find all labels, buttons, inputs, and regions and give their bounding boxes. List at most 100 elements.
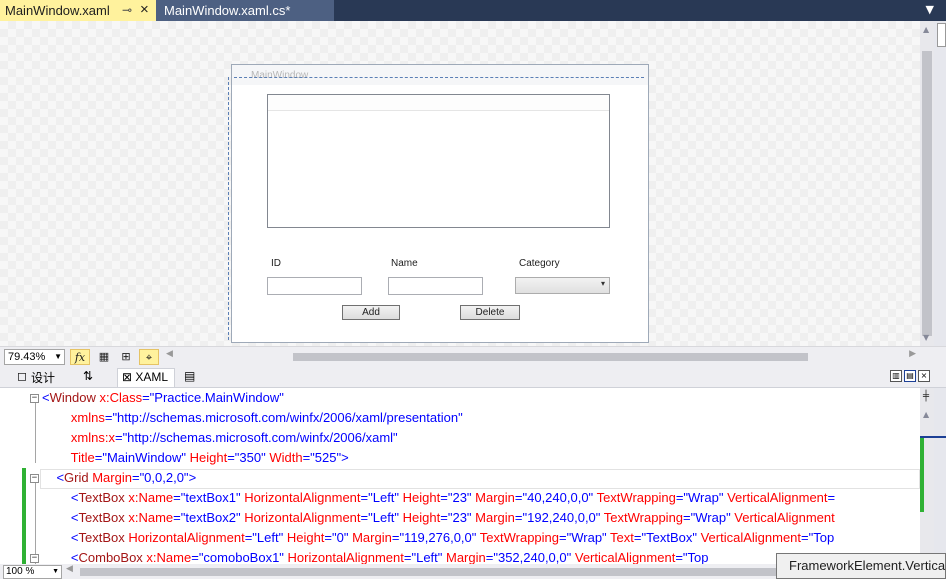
scroll-up-icon[interactable]: ▲	[923, 410, 929, 419]
scroll-down-icon[interactable]: ▼	[923, 333, 929, 342]
designer-vertical-scrollbar[interactable]: ▲ ▼	[920, 21, 934, 346]
code-line[interactable]: <TextBox x:Name="textBox2" HorizontalAli…	[42, 508, 835, 528]
code-token: "Wrap"	[690, 510, 731, 525]
code-token: =	[683, 510, 691, 525]
code-token: HorizontalAlignment	[283, 550, 404, 564]
scroll-up-icon[interactable]: ▲	[923, 25, 929, 34]
designer-horizontal-scrollbar[interactable]: ◀ ▶	[166, 349, 916, 363]
code-token: "119,276,0,0"	[399, 530, 477, 545]
code-token: TextBox	[78, 490, 125, 505]
xaml-code-editor[interactable]: − − − <Window x:Class="Practice.MainWind…	[0, 388, 920, 564]
chevron-down-icon: ▼	[52, 568, 59, 575]
swap-panes-button[interactable]: ⇅	[83, 369, 93, 383]
scrollbar-thumb[interactable]	[293, 353, 808, 361]
editor-horizontal-scrollbar[interactable]: ◀	[66, 564, 776, 577]
label-category: Category	[519, 258, 560, 269]
mock-window-preview[interactable]: MainWindow ID Name Category ▾ Add Delete	[228, 64, 649, 343]
right-dock-edge	[934, 388, 946, 564]
grid-snap-icon[interactable]: ⊞	[116, 349, 136, 365]
code-token: <	[42, 510, 79, 525]
quickinfo-tooltip: FrameworkElement.VerticalAlignment	[776, 553, 946, 579]
code-token: =	[360, 490, 369, 505]
code-token: TextWrapping	[476, 530, 560, 545]
scrollbar-thumb[interactable]	[922, 51, 932, 336]
horizontal-split-icon[interactable]: ▤	[904, 370, 916, 382]
editor-vertical-scrollbar[interactable]: ╪ ▲	[920, 388, 934, 564]
code-token: <	[42, 470, 65, 485]
code-token: =	[227, 450, 235, 465]
code-token: "http://schemas.microsoft.com/winfx/2006…	[112, 410, 463, 425]
vertical-split-icon[interactable]: ▥	[890, 370, 902, 382]
code-line[interactable]: <ComboBox x:Name="comoboBox1" Horizontal…	[42, 548, 709, 564]
code-token: VerticalAlignment	[696, 530, 802, 545]
code-token: "0,0,2,0"	[139, 470, 189, 485]
add-button[interactable]: Add	[342, 305, 400, 320]
tab-xaml[interactable]: ⊠ XAML	[117, 368, 176, 387]
chevron-down-icon[interactable]: ▼	[926, 3, 934, 16]
code-token: Margin	[471, 490, 515, 505]
code-token: "Left"	[252, 530, 284, 545]
code-token: >	[188, 470, 197, 485]
splitter-handle[interactable]	[937, 23, 946, 47]
split-editor-icon[interactable]: ╪	[923, 391, 929, 402]
scroll-left-icon[interactable]: ◀	[166, 349, 173, 359]
mock-window-titlebar: MainWindow	[232, 65, 648, 85]
code-token: <	[42, 490, 79, 505]
tab-label: MainWindow.xaml.cs*	[164, 3, 291, 18]
code-token: =	[827, 490, 836, 505]
list-box[interactable]	[267, 94, 610, 228]
code-token: Margin	[88, 470, 132, 485]
close-icon[interactable]: ×	[140, 1, 149, 18]
code-token: TextBox	[78, 530, 125, 545]
xaml-tab-label: XAML	[135, 370, 169, 384]
collapse-icon[interactable]: −	[30, 394, 39, 403]
code-token: "TextBox"	[641, 530, 697, 545]
scroll-right-icon[interactable]: ▶	[909, 349, 916, 359]
code-line[interactable]: Title="MainWindow" Height="350" Width="5…	[42, 448, 349, 468]
code-line[interactable]: xmlns="http://schemas.microsoft.com/winf…	[42, 408, 463, 428]
grid-icon[interactable]: ▦	[94, 349, 114, 365]
pin-icon[interactable]: ⊸	[122, 3, 132, 17]
delete-button[interactable]: Delete	[460, 305, 520, 320]
outline-line	[35, 483, 36, 564]
code-line[interactable]: <Grid Margin="0,0,2,0">	[42, 468, 196, 488]
code-line[interactable]: <TextBox HorizontalAlignment = "Left" Heig…	[42, 528, 834, 548]
scrollbar-thumb[interactable]	[80, 568, 776, 576]
outline-line	[35, 403, 36, 463]
tab-label: MainWindow.xaml	[5, 3, 110, 18]
code-token: =	[440, 490, 448, 505]
collapse-icon[interactable]: −	[30, 554, 39, 563]
zoom-value: 79.43%	[8, 351, 46, 363]
editor-zoom-select[interactable]: 100 % ▼	[3, 565, 62, 579]
effects-toggle-button[interactable]: fx	[70, 349, 90, 365]
tab-mainwindow-xaml-cs[interactable]: MainWindow.xaml.cs*	[156, 0, 334, 21]
code-line[interactable]: <TextBox x:Name="textBox1" HorizontalAli…	[42, 488, 835, 508]
zoom-select[interactable]: 79.43% ▼	[4, 349, 65, 365]
code-token: Height	[283, 530, 325, 545]
code-token: <	[42, 390, 50, 405]
label-id: ID	[271, 258, 281, 269]
tab-mainwindow-xaml[interactable]: MainWindow.xaml ⊸ ×	[0, 0, 156, 21]
textbox-id[interactable]	[267, 277, 362, 295]
code-line[interactable]: <Window x:Class="Practice.MainWindow"	[42, 388, 284, 408]
code-token: =	[173, 490, 181, 505]
code-token: "http://schemas.microsoft.com/winfx/2006…	[122, 430, 398, 445]
caret-position-marker	[920, 436, 934, 438]
code-token: "Practice.MainWindow"	[149, 390, 284, 405]
code-token: "Wrap"	[683, 490, 724, 505]
collapse-pane-icon[interactable]: ▤	[184, 369, 195, 383]
tab-design[interactable]: 设计	[31, 369, 55, 386]
code-line[interactable]: xmlns:x="http://schemas.microsoft.com/wi…	[42, 428, 398, 448]
code-token: =	[801, 530, 809, 545]
snap-to-snaplines-icon[interactable]: ⌖	[139, 349, 159, 365]
code-token: =	[559, 530, 567, 545]
collapse-pane-icon[interactable]: ×	[918, 370, 930, 382]
code-token: Height	[186, 450, 228, 465]
code-token: "23"	[447, 510, 472, 525]
combobox-category[interactable]: ▾	[515, 277, 610, 294]
textbox-name[interactable]	[388, 277, 483, 295]
scroll-left-icon[interactable]: ◀	[66, 564, 73, 574]
code-token: "comoboBox1"	[198, 550, 284, 564]
code-token: "Left"	[368, 490, 400, 505]
collapse-icon[interactable]: −	[30, 474, 39, 483]
